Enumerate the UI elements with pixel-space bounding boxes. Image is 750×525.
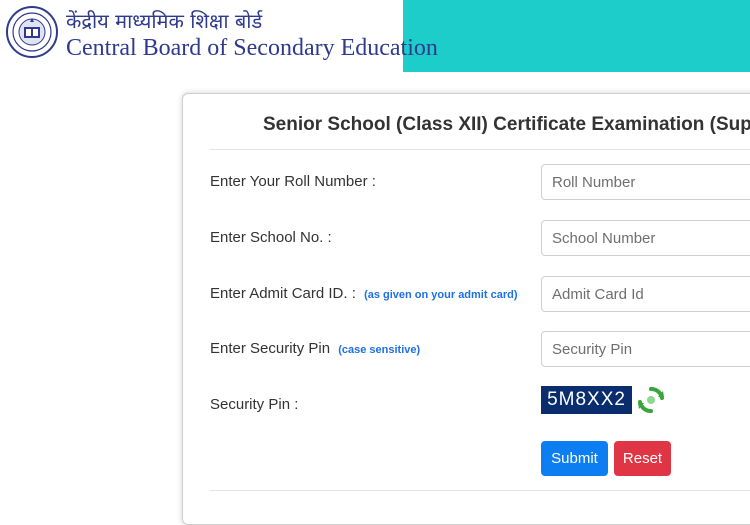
bottom-divider bbox=[210, 490, 750, 491]
security-pin-label: Enter Security Pin (case sensitive) bbox=[210, 340, 420, 357]
school-number-input[interactable] bbox=[541, 220, 750, 256]
reset-button[interactable]: Reset bbox=[614, 441, 671, 476]
form-title: Senior School (Class XII) Certificate Ex… bbox=[263, 114, 750, 135]
org-name-hindi: केंद्रीय माध्यमिक शिक्षा बोर्ड bbox=[66, 9, 263, 33]
roll-number-label-text: Enter Your Roll Number : bbox=[210, 173, 376, 190]
admit-card-hint: (as given on your admit card) bbox=[364, 289, 518, 301]
roll-number-label: Enter Your Roll Number : bbox=[210, 173, 376, 190]
school-number-label-text: Enter School No. : bbox=[210, 229, 332, 246]
school-number-label: Enter School No. : bbox=[210, 229, 332, 246]
captcha-label-text: Security Pin : bbox=[210, 396, 299, 413]
roll-number-input[interactable] bbox=[541, 164, 750, 200]
cbse-emblem-icon bbox=[6, 6, 58, 58]
captcha-image: 5M8XX2 bbox=[541, 386, 632, 414]
result-form-card: Senior School (Class XII) Certificate Ex… bbox=[182, 93, 750, 525]
org-name-english: Central Board of Secondary Education bbox=[66, 35, 438, 61]
security-pin-input[interactable] bbox=[541, 331, 750, 367]
admit-card-input[interactable] bbox=[541, 276, 750, 312]
admit-card-label: Enter Admit Card ID. : (as given on your… bbox=[210, 285, 517, 302]
title-divider bbox=[210, 149, 750, 150]
cbse-logo-banner[interactable]: केंद्रीय माध्यमिक शिक्षा बोर्ड Central B… bbox=[0, 0, 438, 72]
captcha-label: Security Pin : bbox=[210, 396, 298, 413]
security-pin-hint: (case sensitive) bbox=[338, 344, 421, 356]
security-pin-label-text: Enter Security Pin bbox=[210, 340, 331, 357]
admit-card-label-text: Enter Admit Card ID. : bbox=[210, 285, 356, 302]
top-header-bar: केंद्रीय माध्यमिक शिक्षा बोर्ड Central B… bbox=[0, 0, 750, 72]
submit-button[interactable]: Submit bbox=[541, 441, 608, 476]
refresh-icon[interactable] bbox=[635, 384, 667, 416]
